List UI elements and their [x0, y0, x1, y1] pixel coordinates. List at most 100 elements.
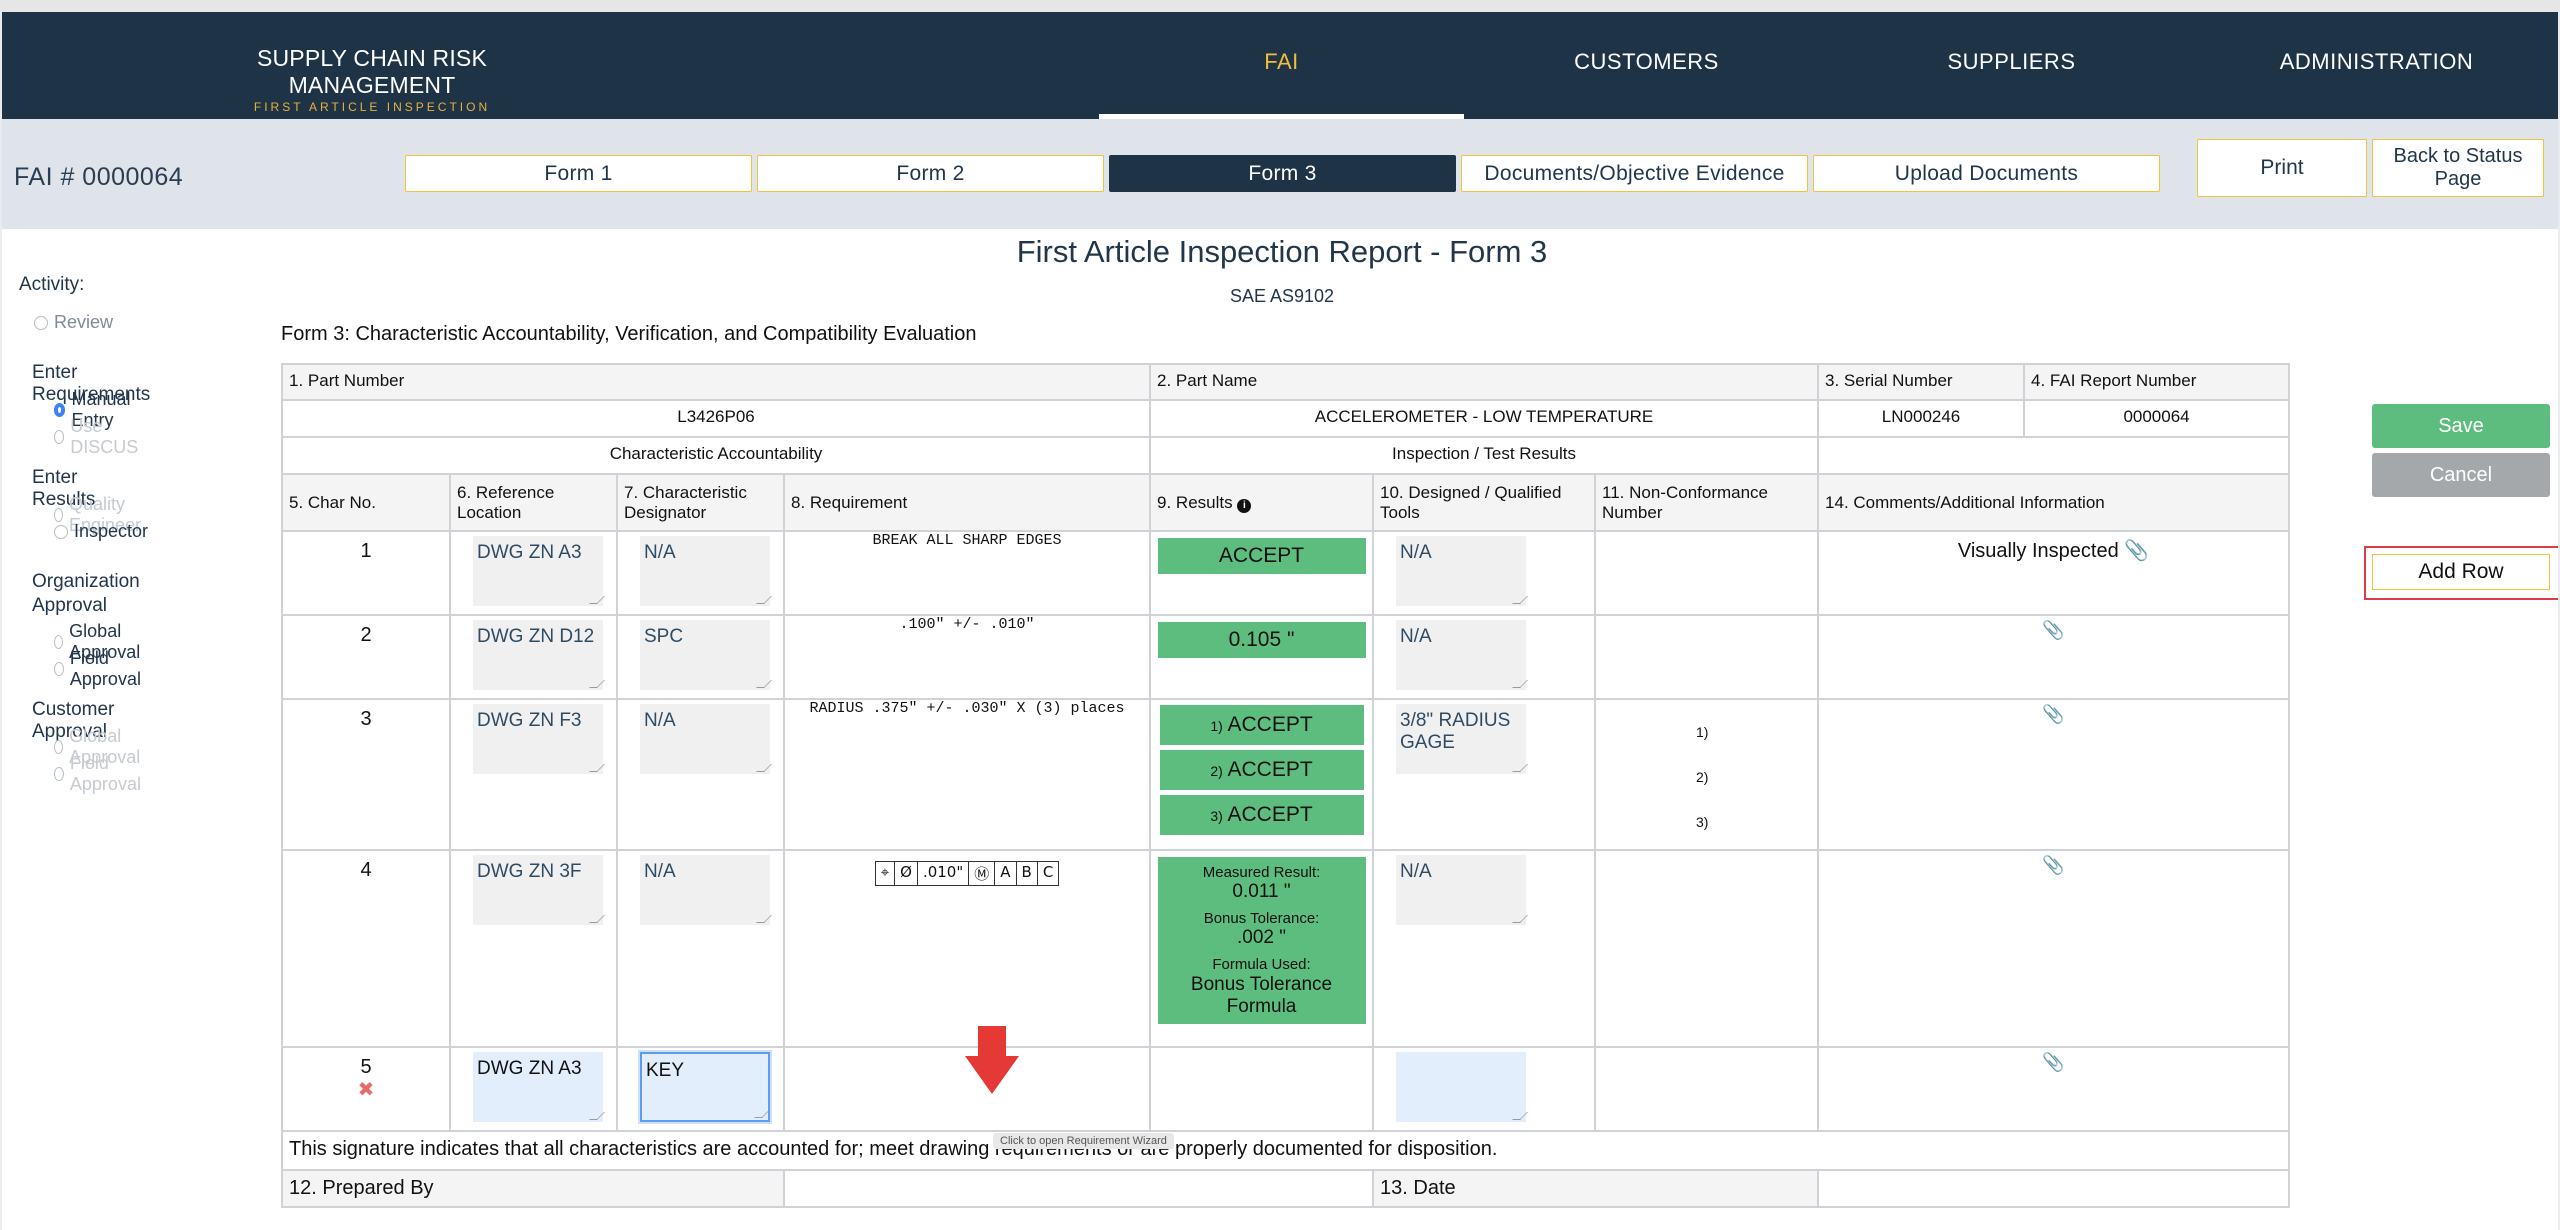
result-accept-badge[interactable]: ACCEPT: [1157, 538, 1366, 574]
radio-inspector[interactable]: Inspector: [54, 521, 148, 542]
ref-location-input[interactable]: DWG ZN 3F: [473, 855, 603, 925]
tab-form-1[interactable]: Form 1: [405, 155, 752, 192]
save-button[interactable]: Save: [2372, 404, 2550, 448]
part-name-value: ACCELEROMETER - LOW TEMPERATURE: [1149, 399, 1820, 438]
date-field[interactable]: [1817, 1169, 2291, 1208]
tab-form-2[interactable]: Form 2: [757, 155, 1104, 192]
char-designator-input[interactable]: N/A: [640, 704, 770, 774]
radio-circle-icon: [54, 508, 63, 522]
ref-location-input[interactable]: DWG ZN F3: [473, 704, 603, 774]
table-row: 12. Prepared By 13. Date: [281, 1169, 2291, 1208]
tab-upload-documents[interactable]: Upload Documents: [1813, 155, 2160, 192]
red-down-arrow-icon: [965, 1026, 1019, 1094]
nonconformance-cell: [1594, 1046, 1820, 1132]
date-label: 13. Date: [1372, 1169, 1820, 1208]
requirement-cell[interactable]: ⌖ Ø .010" Ⓜ A B C: [782, 849, 1152, 1048]
cancel-button[interactable]: Cancel: [2372, 453, 2550, 497]
result-accept-badge[interactable]: 3) ACCEPT: [1159, 795, 1364, 835]
tools-header: 10. Designed / Qualified Tools: [1372, 473, 1597, 532]
table-row: 1 DWG ZN A3 N/A BREAK ALL SHARP EDGES AC…: [281, 530, 2291, 616]
paperclip-icon[interactable]: 📎: [1825, 851, 2282, 876]
requirement-cell[interactable]: BREAK ALL SHARP EDGES: [782, 530, 1152, 616]
tools-input[interactable]: 3/8" RADIUS GAGE: [1396, 704, 1527, 774]
serial-number-value: LN000246: [1817, 399, 2026, 438]
tab-documents[interactable]: Documents/Objective Evidence: [1461, 155, 1808, 192]
nonconformance-index[interactable]: 3): [1696, 800, 1811, 845]
formula-value: Bonus Tolerance Formula: [1190, 974, 1333, 1017]
radio-use-discus[interactable]: Use DISCUS: [54, 416, 142, 458]
tools-input[interactable]: N/A: [1396, 855, 1527, 925]
tab-form-3[interactable]: Form 3: [1109, 155, 1456, 192]
print-button[interactable]: Print: [2197, 139, 2367, 197]
paperclip-icon[interactable]: 📎: [1825, 1048, 2282, 1073]
nav-administration[interactable]: ADMINISTRATION: [2194, 12, 2558, 119]
nav-suppliers[interactable]: SUPPLIERS: [1829, 12, 2194, 119]
radio-field-approval-label: Field Approval: [69, 648, 141, 689]
result-accept-badge[interactable]: 1) ACCEPT: [1159, 705, 1364, 745]
datum-b: B: [1017, 862, 1038, 885]
requirement-cell[interactable]: .100" +/- .010": [782, 614, 1152, 700]
ref-location-header: 6. Reference Location: [449, 473, 618, 532]
brand-title: SUPPLY CHAIN RISK MANAGEMENT: [256, 45, 488, 98]
measured-result-panel[interactable]: Measured Result: 0.011 " Bonus Tolerance…: [1157, 857, 1366, 1024]
radio-customer-field-approval[interactable]: Field Approval: [54, 753, 145, 795]
result-accept-badge[interactable]: 2) ACCEPT: [1159, 750, 1364, 790]
radio-circle-icon: [54, 767, 64, 781]
report-title: First Article Inspection Report - Form 3: [1016, 234, 1548, 269]
char-designator-input[interactable]: KEY: [640, 1052, 770, 1122]
browser-top-strip: [0, 0, 2560, 12]
requirement-cell[interactable]: RADIUS .375" +/- .030" X (3) places: [782, 698, 1152, 851]
comments-header: 14. Comments/Additional Information: [1817, 473, 2291, 532]
requirement-header: 8. Requirement: [782, 473, 1152, 532]
paperclip-icon[interactable]: 📎: [1825, 616, 2282, 641]
brand-logo[interactable]: SUPPLY CHAIN RISK MANAGEMENT FIRST ARTIC…: [172, 45, 572, 114]
nonconformance-cell: [1594, 849, 1820, 1048]
table-row: 2 DWG ZN D12 SPC .100" +/- .010" 0.105 "…: [281, 614, 2291, 700]
serial-number-label: 3. Serial Number: [1817, 363, 2026, 401]
formula-label: Formula Used:: [1212, 956, 1311, 973]
back-to-status-button[interactable]: Back to Status Page: [2372, 139, 2544, 197]
paperclip-icon[interactable]: 📎: [1825, 700, 2282, 725]
tools-input[interactable]: N/A: [1396, 620, 1527, 690]
table-row: 5 ✖ DWG ZN A3 KEY 📎: [281, 1046, 2291, 1132]
table-row: This signature indicates that all charac…: [280, 1130, 2291, 1171]
ref-location-input[interactable]: DWG ZN D12: [473, 620, 603, 690]
delete-row-icon[interactable]: ✖: [289, 1077, 443, 1102]
tolerance-value: .010": [918, 862, 970, 885]
nonconformance-index[interactable]: 2): [1696, 755, 1811, 800]
char-no-text: 5: [360, 1056, 372, 1078]
bonus-value: .002 ": [1237, 927, 1287, 948]
nav-fai[interactable]: FAI: [1099, 12, 1464, 119]
comment-text: Visually Inspected: [1957, 540, 2119, 562]
add-row-button[interactable]: Add Row: [2372, 554, 2550, 590]
ref-location-input[interactable]: DWG ZN A3: [473, 536, 603, 606]
prepared-by-field[interactable]: [782, 1169, 1375, 1208]
nav-customers[interactable]: CUSTOMERS: [1464, 12, 1829, 119]
result-text: ACCEPT: [1227, 713, 1313, 736]
comment-cell: 📎: [1817, 698, 2291, 851]
char-no-cell: 5 ✖: [281, 1046, 451, 1132]
radio-checked-icon: [54, 403, 66, 417]
info-icon[interactable]: i: [1237, 498, 1252, 513]
radio-review[interactable]: Review: [34, 312, 113, 333]
nonconformance-index[interactable]: 1): [1696, 710, 1811, 755]
radio-circle-icon: [54, 740, 64, 754]
ref-location-input[interactable]: DWG ZN A3: [473, 1052, 603, 1122]
char-designator-input[interactable]: N/A: [640, 536, 770, 606]
result-value-badge[interactable]: 0.105 ": [1157, 622, 1366, 658]
table-row: L3426P06 ACCELEROMETER - LOW TEMPERATURE…: [280, 399, 2291, 438]
radio-customer-field-label: Field Approval: [69, 753, 141, 794]
mmc-icon: Ⓜ: [969, 862, 996, 885]
form3-table: 1. Part Number 2. Part Name 3. Serial Nu…: [280, 363, 2291, 1208]
table-row: 3 DWG ZN F3 N/A RADIUS .375" +/- .030" X…: [281, 698, 2291, 851]
radio-field-approval[interactable]: Field Approval: [54, 648, 145, 690]
char-designator-input[interactable]: N/A: [640, 855, 770, 925]
tools-input[interactable]: N/A: [1396, 536, 1527, 606]
radio-circle-icon: [54, 524, 68, 539]
char-designator-input[interactable]: SPC: [640, 620, 770, 690]
radio-inspector-label: Inspector: [74, 521, 149, 541]
tools-input[interactable]: [1396, 1052, 1527, 1122]
result-text: ACCEPT: [1227, 803, 1313, 826]
brand-subtitle: FIRST ARTICLE INSPECTION: [253, 100, 491, 114]
paperclip-icon[interactable]: 📎: [2124, 540, 2149, 562]
